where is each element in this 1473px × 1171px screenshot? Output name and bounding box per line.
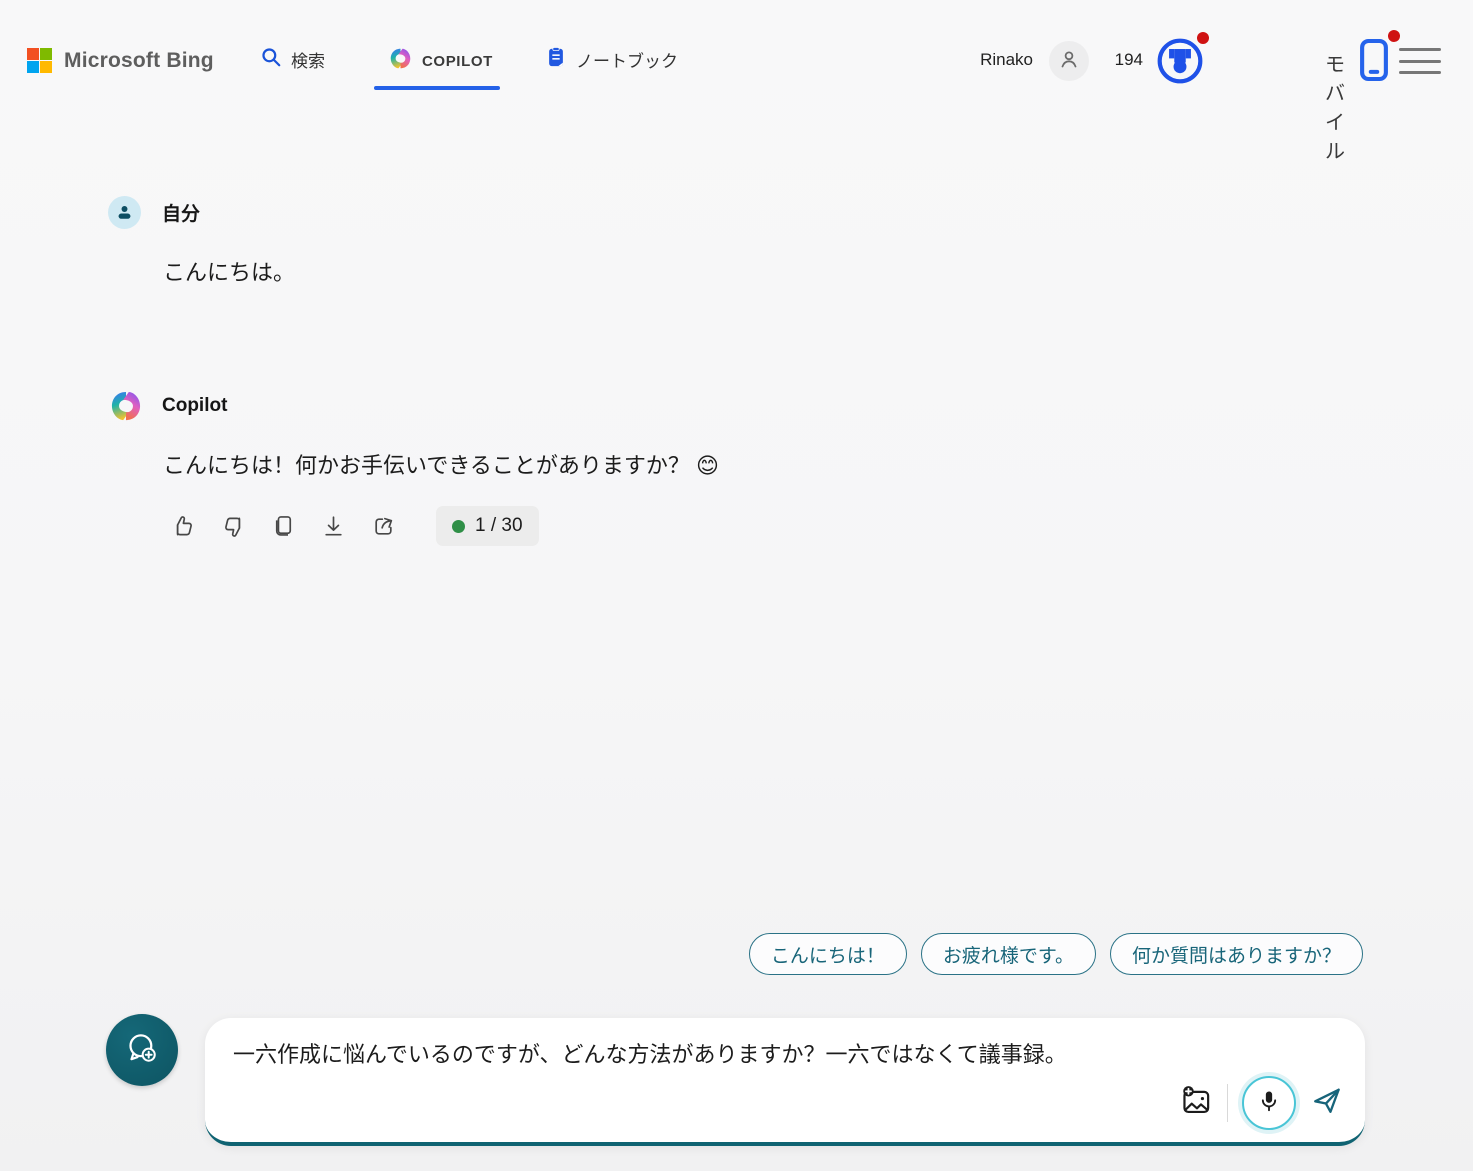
tab-search[interactable]: 検索 bbox=[260, 46, 325, 73]
account-button[interactable] bbox=[1049, 41, 1089, 81]
bing-logo[interactable]: Microsoft Bing bbox=[27, 48, 214, 73]
hamburger-menu-icon[interactable] bbox=[1399, 48, 1441, 74]
suggestion-chips: こんにちは！ お疲れ様です。 何か質問はありますか？ bbox=[749, 933, 1363, 975]
microsoft-logo-icon bbox=[27, 48, 52, 73]
suggestion-chip-2[interactable]: お疲れ様です。 bbox=[921, 933, 1096, 975]
suggestion-chip-3[interactable]: 何か質問はありますか？ bbox=[1110, 933, 1363, 975]
copy-button[interactable] bbox=[268, 511, 298, 541]
tab-notebook[interactable]: ノートブック bbox=[545, 46, 678, 73]
new-topic-button[interactable] bbox=[106, 1014, 178, 1086]
mobile-label[interactable]: モバイル bbox=[1325, 48, 1345, 164]
notebook-icon bbox=[545, 46, 567, 73]
tools-divider bbox=[1227, 1084, 1229, 1122]
mobile-button[interactable] bbox=[1355, 36, 1393, 84]
copilot-message-block: Copilot こんにちは！何かお手伝いできることがありますか？ 😊 bbox=[108, 388, 719, 482]
share-button[interactable] bbox=[368, 511, 398, 541]
username[interactable]: Rinako bbox=[980, 50, 1033, 70]
person-icon bbox=[1057, 47, 1081, 76]
composer-tools bbox=[1179, 1076, 1344, 1130]
counter-text: 1 / 30 bbox=[475, 515, 523, 537]
tab-copilot[interactable]: COPILOT bbox=[388, 46, 493, 76]
send-icon bbox=[1310, 1084, 1343, 1122]
tab-notebook-label: ノートブック bbox=[576, 47, 678, 72]
rewards-points[interactable]: 194 bbox=[1115, 50, 1143, 70]
export-button[interactable] bbox=[318, 511, 348, 541]
copilot-avatar-icon bbox=[108, 388, 144, 424]
composer: 一六作成に悩んでいるのですが、どんな方法がありますか？一六ではなくて議事録。 bbox=[205, 1018, 1365, 1146]
copilot-sender-name: Copilot bbox=[162, 395, 227, 417]
tab-search-label: 検索 bbox=[291, 47, 325, 72]
turn-counter-badge: 1 / 30 bbox=[436, 506, 539, 546]
counter-green-dot bbox=[452, 520, 465, 533]
message-action-row: 1 / 30 bbox=[168, 506, 539, 546]
user-sender-name: 自分 bbox=[162, 199, 200, 226]
user-message-block: 自分 こんにちは。 bbox=[108, 196, 295, 289]
mobile-notification-dot bbox=[1388, 30, 1400, 42]
new-chat-icon bbox=[123, 1029, 161, 1072]
user-message-text: こんにちは。 bbox=[163, 257, 295, 289]
smile-emoji: 😊 bbox=[696, 453, 719, 478]
send-button[interactable] bbox=[1310, 1084, 1343, 1122]
phone-icon bbox=[1355, 71, 1393, 88]
rewards-medal-icon bbox=[1155, 73, 1205, 90]
active-tab-underline bbox=[374, 86, 500, 90]
microphone-icon bbox=[1256, 1088, 1282, 1119]
rewards-notification-dot bbox=[1197, 32, 1209, 44]
copilot-message-text: こんにちは！何かお手伝いできることがありますか？ bbox=[163, 453, 690, 478]
thumbs-down-button[interactable] bbox=[218, 511, 248, 541]
add-image-icon bbox=[1179, 1084, 1213, 1123]
microphone-button[interactable] bbox=[1242, 1076, 1296, 1130]
copilot-logo-icon bbox=[388, 46, 413, 76]
chat-input[interactable]: 一六作成に悩んでいるのですが、どんな方法がありますか？一六ではなくて議事録。 bbox=[233, 1040, 1165, 1071]
search-icon bbox=[260, 46, 282, 73]
add-image-button[interactable] bbox=[1179, 1084, 1213, 1123]
suggestion-chip-1[interactable]: こんにちは！ bbox=[749, 933, 907, 975]
user-avatar bbox=[108, 196, 141, 229]
rewards-button[interactable] bbox=[1155, 36, 1205, 86]
thumbs-up-button[interactable] bbox=[168, 511, 198, 541]
brand-text: Microsoft Bing bbox=[64, 49, 214, 73]
header: Microsoft Bing 検索 COPILOT bbox=[0, 0, 1473, 100]
tab-copilot-label: COPILOT bbox=[422, 53, 493, 70]
